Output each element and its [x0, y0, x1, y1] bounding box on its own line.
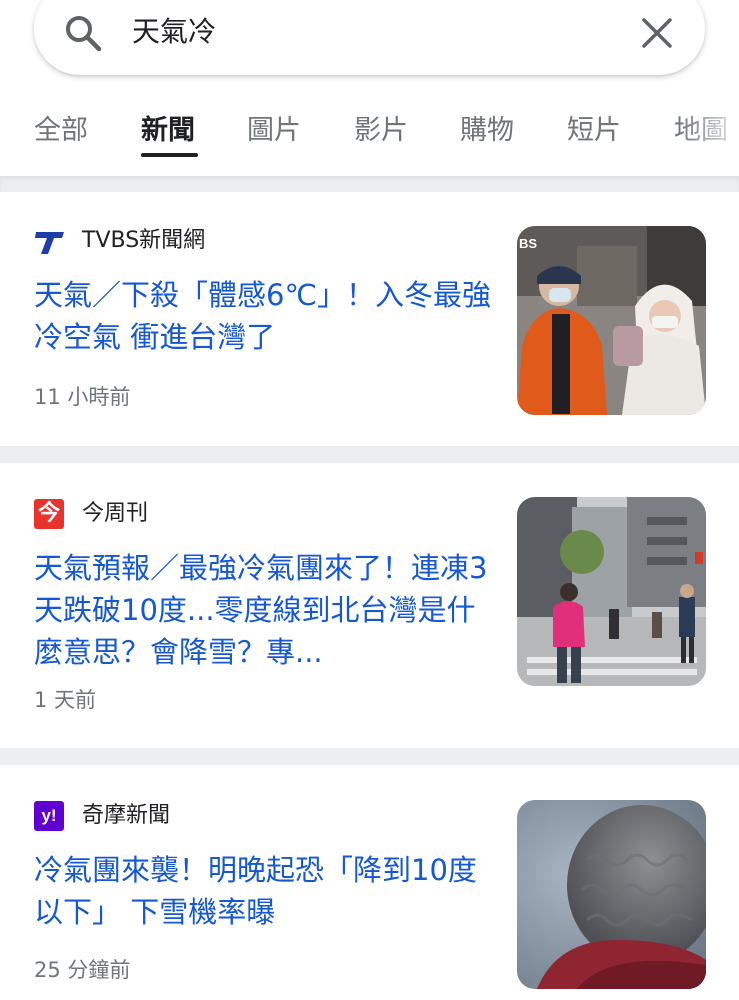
- close-icon[interactable]: [638, 14, 676, 52]
- tab-news[interactable]: 新聞: [141, 108, 195, 154]
- news-headline[interactable]: 冷氣團來襲！明晚起恐「降到10度以下」 下雪機率曝: [34, 849, 492, 933]
- tab-images[interactable]: 圖片: [247, 108, 301, 154]
- yahoo-logo-icon: y!: [34, 801, 64, 831]
- news-headline[interactable]: 天氣預報／最強冷氣團來了！連凍3天跌破10度...零度線到北台灣是什麼意思？會降…: [34, 547, 492, 673]
- news-time: 11 小時前: [34, 385, 131, 409]
- news-card[interactable]: 今 今周刊 天氣預報／最強冷氣團來了！連凍3天跌破10度...零度線到北台灣是什…: [0, 463, 739, 748]
- news-source: 今 今周刊: [34, 499, 148, 529]
- source-name: TVBS新聞網: [82, 228, 206, 253]
- news-time: 25 分鐘前: [34, 958, 131, 982]
- people-in-winter-coats-thumbnail[interactable]: BS: [517, 226, 706, 415]
- news-card[interactable]: y! 奇摩新聞 冷氣團來襲！明晚起恐「降到10度以下」 下雪機率曝 25 分鐘前: [0, 765, 739, 1000]
- active-tab-indicator: [141, 153, 198, 157]
- search-icon[interactable]: [62, 12, 106, 56]
- tabs-fade-overlay: [679, 100, 739, 164]
- tab-shopping[interactable]: 購物: [460, 108, 514, 154]
- divider: [0, 446, 739, 463]
- news-source: TVBS新聞網: [34, 226, 205, 256]
- divider: [0, 176, 739, 192]
- search-query-text[interactable]: 天氣冷: [132, 12, 216, 52]
- divider: [0, 748, 739, 765]
- tvbs-logo-icon: [35, 232, 64, 254]
- news-headline[interactable]: 天氣／下殺「體感6℃」！入冬最強冷空氣 衝進台灣了: [34, 274, 492, 358]
- search-tabs: 全部 新聞 圖片 影片 購物 短片 地圖: [0, 108, 739, 166]
- tab-all[interactable]: 全部: [34, 108, 88, 154]
- thumbnail-watermark: BS: [519, 236, 537, 251]
- news-card[interactable]: TVBS新聞網 天氣／下殺「體感6℃」！入冬最強冷空氣 衝進台灣了 11 小時前…: [0, 192, 739, 446]
- jin-zhou-kan-logo-icon: 今: [34, 499, 64, 529]
- search-header: 天氣冷 全部 新聞 圖片 影片 購物 短片 地圖: [0, 0, 739, 176]
- source-name: 奇摩新聞: [82, 803, 171, 828]
- tab-shorts[interactable]: 短片: [567, 108, 621, 154]
- tab-videos[interactable]: 影片: [354, 108, 408, 154]
- news-time: 1 天前: [34, 688, 97, 712]
- search-bar[interactable]: 天氣冷: [34, 0, 705, 75]
- knit-beanie-closeup-thumbnail[interactable]: [517, 800, 706, 989]
- source-name: 今周刊: [82, 501, 149, 526]
- news-source: y! 奇摩新聞: [34, 801, 170, 831]
- city-street-crosswalk-thumbnail[interactable]: [517, 497, 706, 686]
